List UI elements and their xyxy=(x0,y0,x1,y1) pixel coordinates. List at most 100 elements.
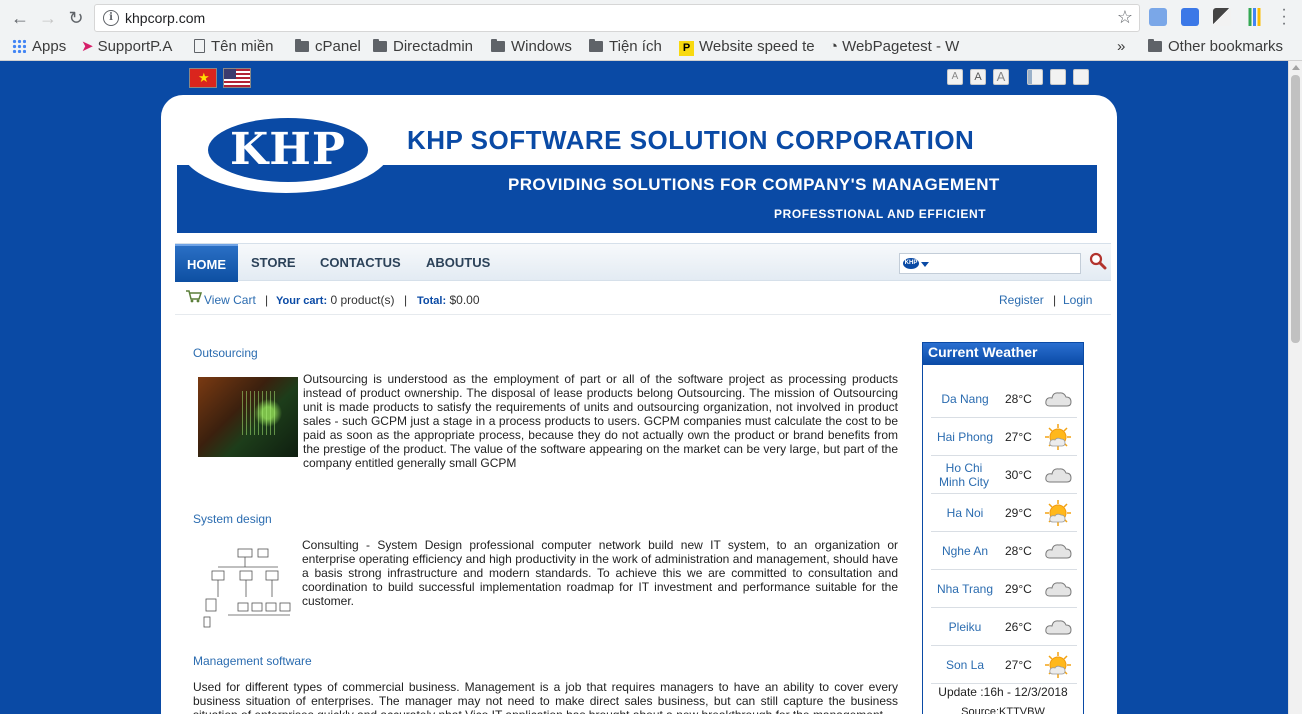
weather-city[interactable]: Pleiku xyxy=(931,620,999,634)
login-link[interactable]: Login xyxy=(1063,293,1092,307)
article-title-system-design[interactable]: System design xyxy=(193,512,272,526)
layout-medium-button[interactable] xyxy=(1050,69,1066,85)
bookmarks-bar: Apps ➤ SupportP.A Tên miền cPanel Directa… xyxy=(0,35,1302,59)
article-text-management-software: Used for different types of commercial b… xyxy=(193,680,898,714)
eyedropper-extension-icon[interactable] xyxy=(1213,8,1231,26)
sun-icon xyxy=(1043,422,1073,452)
menu-aboutus[interactable]: ABOUTUS xyxy=(414,244,502,282)
font-small-button[interactable]: A xyxy=(947,69,963,85)
bookmark-cpanel[interactable]: cPanel xyxy=(295,37,361,57)
weather-city[interactable]: Da Nang xyxy=(931,392,999,406)
scrollbar-thumb[interactable] xyxy=(1291,75,1300,343)
bookmark-other[interactable]: Other bookmarks xyxy=(1148,37,1283,57)
article-text-system-design: Consulting - System Design professional … xyxy=(302,538,898,608)
analytics-extension-icon[interactable] xyxy=(1245,8,1263,26)
register-link[interactable]: Register xyxy=(999,293,1044,307)
main-menu: HOME STORE CONTACTUS ABOUTUS KHP xyxy=(175,243,1111,282)
url-text[interactable]: khpcorp.com xyxy=(125,10,205,26)
site-info-icon[interactable]: i xyxy=(103,10,119,26)
english-flag-icon[interactable] xyxy=(223,68,251,88)
extension-icon[interactable] xyxy=(1181,8,1199,26)
folder-icon xyxy=(1148,39,1162,52)
weather-temperature: 26°C xyxy=(1005,620,1032,634)
weather-widget: Current Weather Da Nang 28°C Hai Phong 27°C… xyxy=(922,342,1084,714)
search-icon[interactable] xyxy=(1089,252,1107,270)
weather-city[interactable]: Son La xyxy=(931,658,999,672)
bookmark-apps[interactable]: Apps xyxy=(12,37,66,57)
layout-narrow-button[interactable] xyxy=(1027,69,1043,85)
weather-row: Da Nang 28°C xyxy=(931,380,1077,418)
view-cart-link[interactable]: View Cart xyxy=(204,293,256,307)
chevron-down-icon[interactable] xyxy=(921,262,929,267)
weather-row: Hai Phong 27°C xyxy=(931,418,1077,456)
article-title-management-software[interactable]: Management software xyxy=(193,654,312,668)
weather-row: Nghe An 28°C xyxy=(931,532,1077,570)
bookmark-supportpa[interactable]: ➤ SupportP.A xyxy=(81,37,172,57)
slogan-sub: PROFESSTIONAL AND EFFICIENT xyxy=(774,207,987,221)
scroll-up-arrow-icon[interactable] xyxy=(1292,65,1300,70)
article-title-outsourcing[interactable]: Outsourcing xyxy=(193,346,258,360)
translate-extension-icon[interactable] xyxy=(1149,8,1167,26)
bookmark-directadmin[interactable]: Directadmin xyxy=(373,37,473,57)
bookmark-star-icon[interactable]: ☆ xyxy=(1117,7,1133,28)
page-scrollbar[interactable] xyxy=(1288,61,1302,714)
folder-icon xyxy=(295,39,309,52)
menu-home[interactable]: HOME xyxy=(175,244,238,282)
khp-logo[interactable]: KHP xyxy=(208,118,368,182)
back-icon[interactable]: ← xyxy=(8,6,32,30)
bookmarks-overflow-button[interactable]: » xyxy=(1117,37,1125,57)
gauge-icon: ◔ xyxy=(829,38,839,55)
weather-temperature: 27°C xyxy=(1005,658,1032,672)
company-title: KHP SOFTWARE SOLUTION CORPORATION xyxy=(407,125,975,155)
font-large-button[interactable]: A xyxy=(993,69,1009,85)
menu-contactus[interactable]: CONTACTUS xyxy=(308,244,413,282)
separator: | xyxy=(404,293,408,307)
weather-city[interactable]: Ho Chi Minh City xyxy=(931,461,997,489)
reload-icon[interactable]: ↻ xyxy=(64,6,88,30)
page-icon xyxy=(194,39,205,53)
weather-row: Ha Noi 29°C xyxy=(931,494,1077,532)
weather-title: Current Weather xyxy=(923,343,1083,365)
weather-temperature: 28°C xyxy=(1005,392,1032,406)
bookmark-website-speed[interactable]: P Website speed te xyxy=(679,37,815,57)
forward-icon[interactable]: → xyxy=(36,6,60,30)
apps-grid-icon xyxy=(12,39,26,53)
folder-icon xyxy=(373,39,387,52)
address-bar[interactable]: i khpcorp.com ☆ xyxy=(94,4,1140,32)
bookmark-windows[interactable]: Windows xyxy=(491,37,572,57)
weather-city[interactable]: Hai Phong xyxy=(931,430,999,444)
bookmark-tien-ich[interactable]: Tiện ích xyxy=(589,37,662,57)
browser-toolbar: ← → ↻ i khpcorp.com ☆ · · · Apps ➤ SupportP… xyxy=(0,0,1302,61)
menu-store[interactable]: STORE xyxy=(239,244,308,282)
weather-update: Update :16h - 12/3/2018 xyxy=(938,685,1068,699)
vietnamese-flag-icon[interactable]: ★ xyxy=(189,68,217,88)
pagespeed-icon: P xyxy=(679,41,694,56)
cloud-icon xyxy=(1043,574,1073,604)
weather-city[interactable]: Nghe An xyxy=(931,544,999,558)
weather-city[interactable]: Nha Trang xyxy=(931,582,999,596)
bookmark-webpagetest[interactable]: ◔ WebPagetest - W xyxy=(829,37,967,57)
folder-icon xyxy=(589,39,603,52)
search-input[interactable]: KHP xyxy=(899,253,1081,274)
weather-temperature: 29°C xyxy=(1005,582,1032,596)
cloud-icon xyxy=(1043,612,1073,642)
weather-row: Nha Trang 29°C xyxy=(931,570,1077,608)
layout-wide-button[interactable] xyxy=(1073,69,1089,85)
bookmark-ten-mien[interactable]: Tên miền xyxy=(194,37,274,57)
weather-source: Source:KTTVBW xyxy=(961,706,1045,714)
weather-temperature: 27°C xyxy=(1005,430,1032,444)
outsourcing-thumbnail[interactable] xyxy=(198,377,298,457)
web-page: ★ A A A KHP KHP SOFTWARE SOLUTION CORPOR… xyxy=(0,61,1288,714)
your-cart-summary: Your cart: 0 product(s) xyxy=(276,293,395,307)
cloud-icon xyxy=(1043,536,1073,566)
search-scope-icon[interactable]: KHP xyxy=(903,258,919,269)
cart-icon[interactable] xyxy=(185,289,202,303)
weather-row: Pleiku 26°C xyxy=(931,608,1077,646)
weather-row: Ho Chi Minh City 30°C xyxy=(931,456,1077,494)
weather-city[interactable]: Ha Noi xyxy=(931,506,999,520)
font-normal-button[interactable]: A xyxy=(970,69,986,85)
network-diagram-thumbnail[interactable] xyxy=(198,545,298,631)
separator: | xyxy=(265,293,269,307)
cloud-icon xyxy=(1043,384,1073,414)
browser-menu-icon[interactable]: · · · xyxy=(1278,2,1290,32)
